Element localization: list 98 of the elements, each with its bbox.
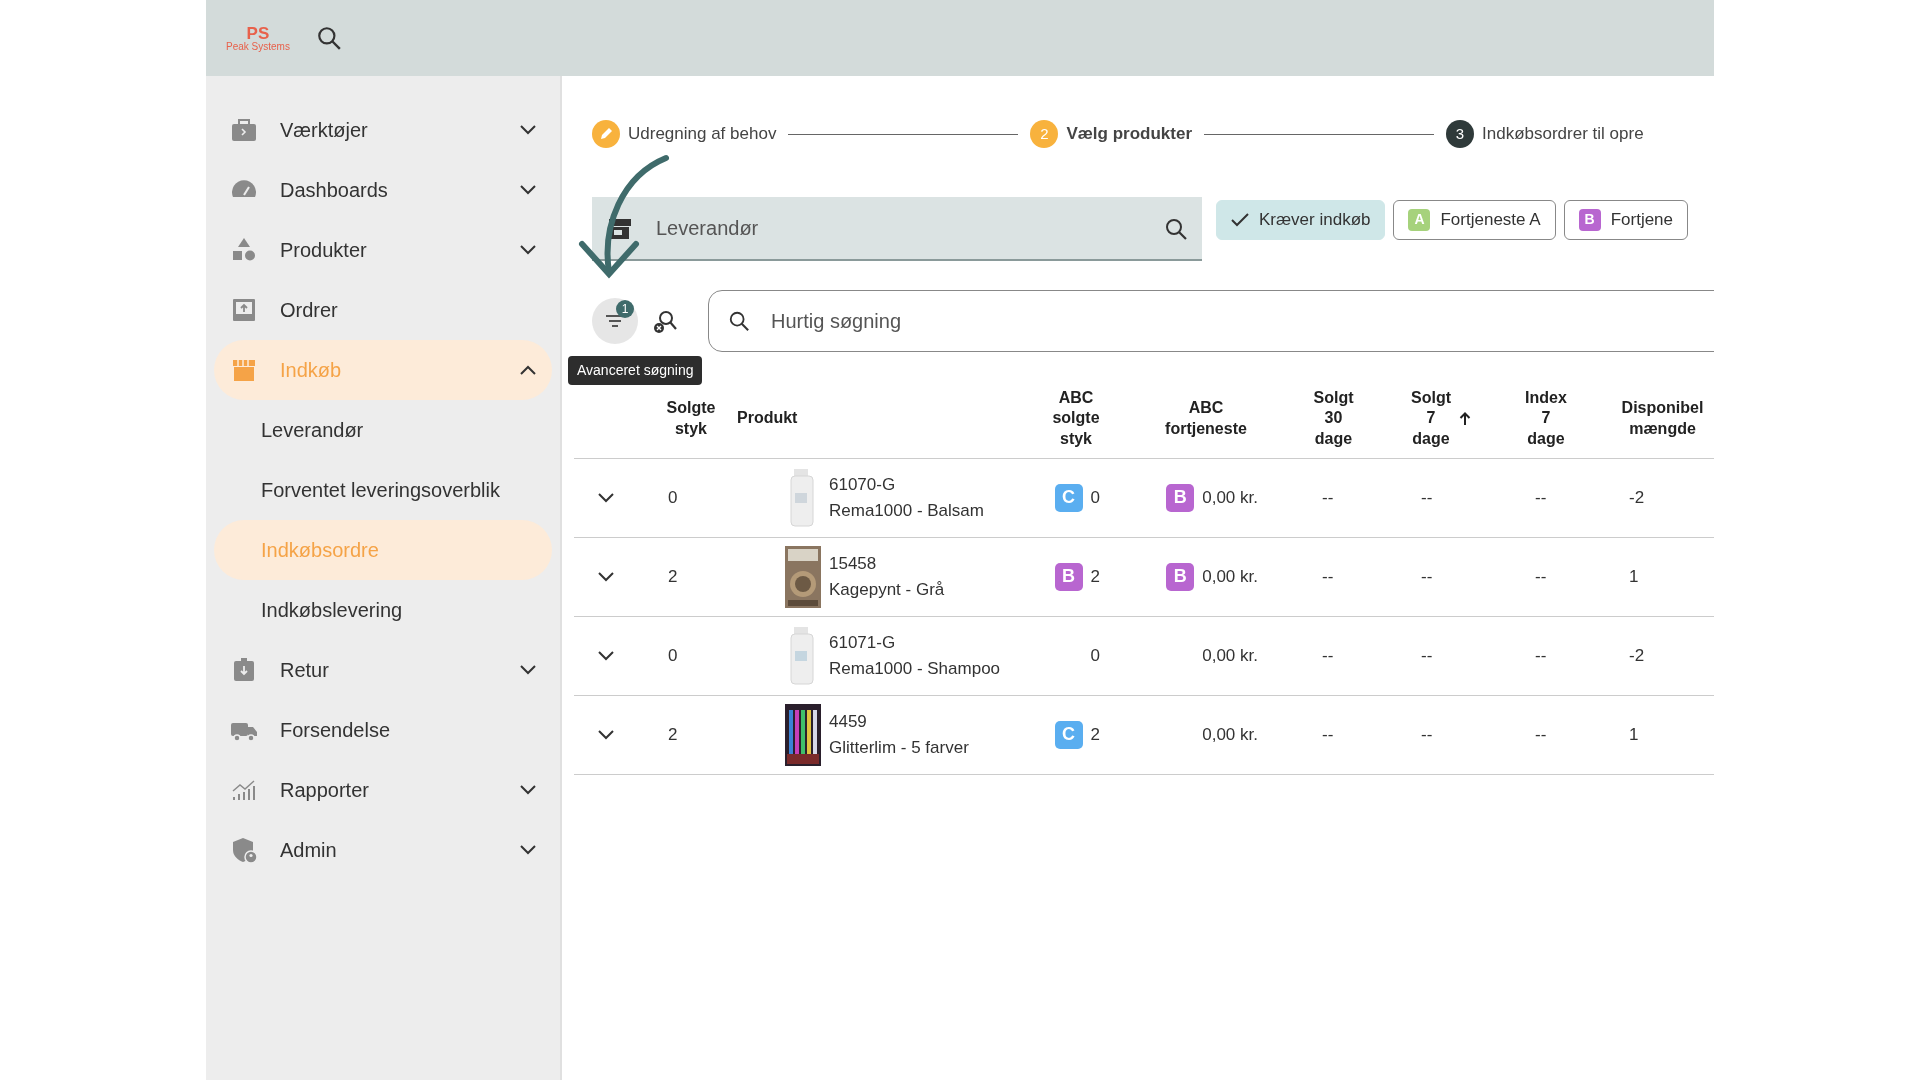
- filter-button[interactable]: 1: [592, 298, 638, 344]
- table-cell: 1: [1629, 566, 1639, 586]
- step-number: 3: [1446, 120, 1474, 148]
- column-header[interactable]: Solgte styk: [666, 397, 716, 440]
- table-cell: 0: [668, 645, 678, 665]
- table-cell: 2: [668, 566, 678, 586]
- filter-chip[interactable]: A Fortjeneste A: [1393, 199, 1556, 240]
- check-icon: [1231, 212, 1249, 227]
- search-icon[interactable]: [1164, 217, 1188, 241]
- chevron-icon: [520, 125, 536, 135]
- logo-mark: PS: [246, 24, 270, 42]
- product-name: Kagepynt - Grå: [829, 578, 945, 601]
- table-cell-text: 2: [1090, 723, 1100, 746]
- table-cell: -2: [1629, 645, 1645, 665]
- sidebar-item[interactable]: Dashboards: [214, 160, 552, 220]
- table-cell: --: [1421, 724, 1433, 744]
- tooltip: Avanceret søgning: [568, 356, 703, 385]
- step-label: Indkøbsordrer til opre: [1482, 123, 1644, 146]
- sidebar-subitem[interactable]: Indkøbslevering: [214, 580, 552, 640]
- supplier-field[interactable]: Leverandør: [592, 197, 1202, 261]
- expand-chevron-icon[interactable]: [598, 493, 614, 504]
- column-header[interactable]: Disponibel mængde: [1621, 397, 1704, 440]
- table-cell: --: [1421, 566, 1433, 586]
- store-icon: [608, 218, 632, 240]
- table-cell-text: 0,00 kr.: [1202, 565, 1258, 588]
- table-cell-text: 0,00 kr.: [1202, 486, 1258, 509]
- table-cell: 2: [668, 724, 678, 744]
- column-header[interactable]: ABC fortjeneste: [1165, 397, 1247, 440]
- table-cell-text: 2: [1090, 565, 1100, 588]
- table-cell: 1: [1629, 724, 1639, 744]
- table-cell: --: [1322, 724, 1334, 744]
- grade-badge: B: [1054, 562, 1083, 591]
- table-cell: --: [1535, 487, 1547, 507]
- table-cell: --: [1322, 487, 1334, 507]
- table-cell: --: [1535, 645, 1547, 665]
- sidebar-item[interactable]: Produkter: [214, 220, 552, 280]
- column-header[interactable]: Produkt: [737, 408, 798, 430]
- step-label: Udregning af behov: [628, 123, 777, 146]
- grade-badge: C: [1054, 483, 1083, 512]
- sidebar-item[interactable]: Forsendelse: [214, 700, 552, 760]
- toolbox-icon: [230, 116, 258, 144]
- chevron-icon: [520, 365, 536, 375]
- chevron-icon: [520, 185, 536, 195]
- grade-badge: B: [1578, 208, 1601, 231]
- search-icon: [728, 310, 750, 332]
- column-header[interactable]: Index 7 dage: [1525, 387, 1567, 450]
- chevron-icon: [520, 785, 536, 795]
- table-cell: --: [1322, 566, 1334, 586]
- filter-chip[interactable]: Kræver indkøb: [1216, 199, 1386, 240]
- table-cell-text: 0: [1090, 644, 1100, 667]
- sidebar-item[interactable]: Ordrer: [214, 280, 552, 340]
- table-cell: 0: [668, 487, 678, 507]
- sidebar-item[interactable]: Retur: [214, 640, 552, 700]
- chevron-icon: [520, 245, 536, 255]
- column-header[interactable]: Solgt 30 dage: [1313, 387, 1354, 450]
- product-code: 15458: [829, 553, 878, 575]
- sidebar-item[interactable]: Værktøjer: [214, 100, 552, 160]
- grade-badge: A: [1408, 208, 1431, 231]
- filter-chip[interactable]: B Fortjene: [1563, 199, 1689, 240]
- chevron-icon: [520, 665, 536, 675]
- table-cell: --: [1535, 724, 1547, 744]
- product-code: 4459: [829, 711, 868, 733]
- product-code: 61071-G: [829, 632, 897, 654]
- table-cell: --: [1322, 645, 1334, 665]
- sidebar-item[interactable]: Admin: [214, 820, 552, 880]
- clear-search-icon[interactable]: [652, 308, 678, 334]
- table-cell: --: [1535, 566, 1547, 586]
- column-header[interactable]: Solgt 7 dage: [1411, 387, 1451, 450]
- column-header[interactable]: ABC solgte styk: [1052, 387, 1100, 450]
- table-cell: --: [1421, 645, 1433, 665]
- product-name: Rema1000 - Shampoo: [829, 657, 1001, 680]
- sidebar-subitem[interactable]: Leverandør: [214, 400, 552, 460]
- logo-text: Peak Systems: [226, 41, 290, 52]
- product-name: Rema1000 - Balsam: [829, 499, 984, 522]
- filter-count-badge: 1: [616, 300, 634, 318]
- search-icon[interactable]: [315, 25, 342, 51]
- table-cell-text: 0,00 kr.: [1202, 723, 1258, 746]
- inbox-icon: [230, 296, 258, 324]
- grade-badge: C: [1054, 720, 1083, 749]
- sidebar-item[interactable]: Rapporter: [214, 760, 552, 820]
- sidebar-subitem[interactable]: Forventet leveringsoverblik: [214, 460, 552, 520]
- chevron-icon: [520, 845, 536, 855]
- grade-badge: B: [1166, 562, 1195, 591]
- shield-icon: [230, 836, 258, 864]
- product-name: Glitterlim - 5 farver: [829, 736, 969, 759]
- table-cell-text: 0,00 kr.: [1202, 644, 1258, 667]
- expand-chevron-icon[interactable]: [598, 730, 614, 741]
- product-code: 61070-G: [829, 474, 897, 496]
- sort-arrow-icon[interactable]: [1459, 411, 1471, 426]
- table-cell: -2: [1629, 487, 1645, 507]
- quick-search-field[interactable]: Hurtig søgning: [708, 290, 1714, 352]
- expand-chevron-icon[interactable]: [598, 572, 614, 583]
- step-number: 2: [1030, 120, 1059, 148]
- step-label: Vælg produkter: [1066, 123, 1192, 146]
- expand-chevron-icon[interactable]: [598, 651, 614, 662]
- grade-badge: B: [1166, 483, 1195, 512]
- table-cell-text: 0: [1090, 486, 1100, 509]
- table-cell: --: [1421, 487, 1433, 507]
